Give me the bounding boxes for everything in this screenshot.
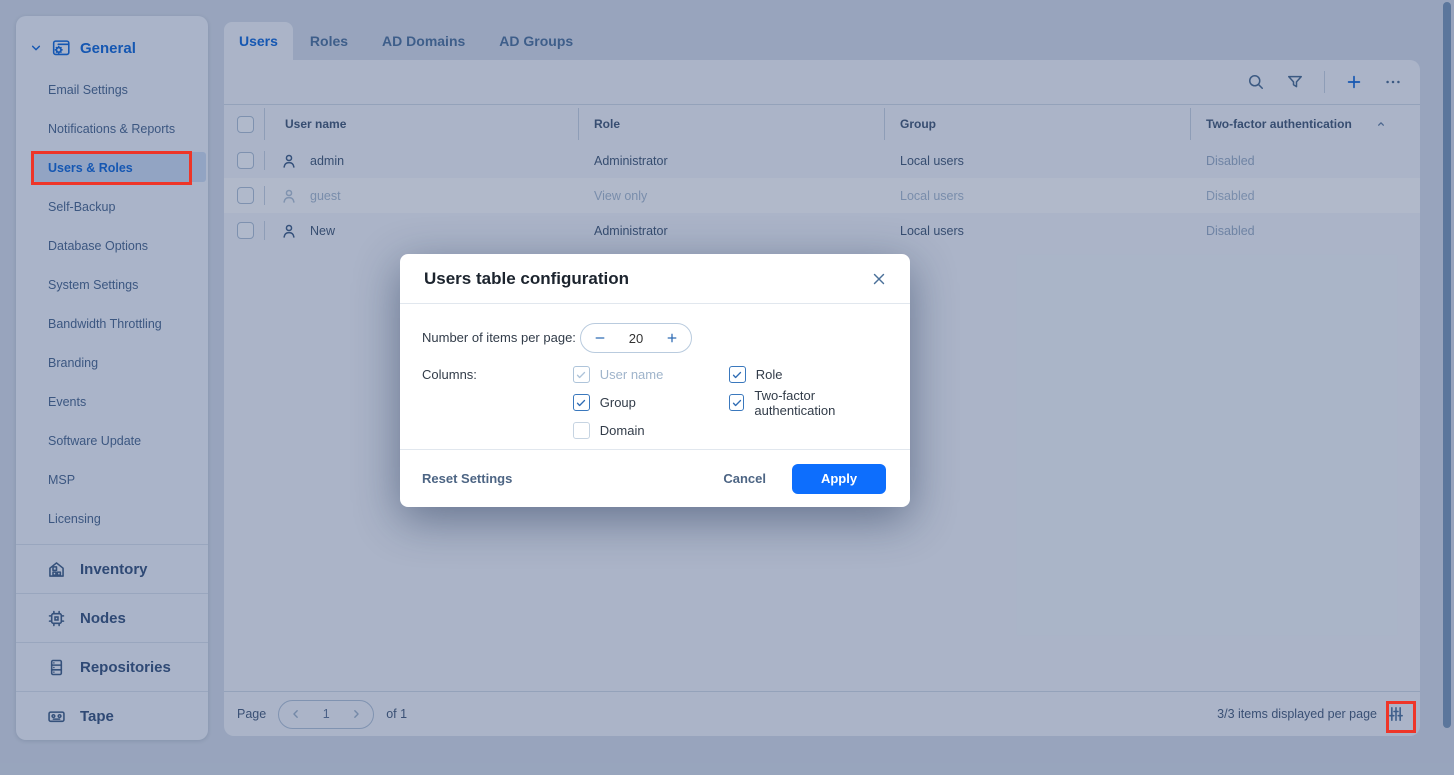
decrement-icon[interactable]: [593, 331, 607, 345]
columns-checkbox-grid: User name Role Group Two-factor authenti…: [573, 366, 886, 439]
dialog-title: Users table configuration: [424, 269, 629, 289]
check-icon: [731, 369, 743, 381]
checkbox-user-name[interactable]: User name: [573, 366, 729, 383]
check-icon: [731, 397, 743, 409]
increment-icon[interactable]: [665, 331, 679, 345]
checkbox-box: [573, 394, 590, 411]
checkbox-box: [573, 422, 590, 439]
cancel-button[interactable]: Cancel: [723, 471, 766, 486]
items-per-page-label: Number of items per page:: [422, 323, 580, 345]
checkbox-group[interactable]: Group: [573, 394, 729, 411]
checkbox-domain[interactable]: Domain: [573, 422, 729, 439]
app-root: General Email Settings Notifications & R…: [0, 0, 1454, 775]
apply-button[interactable]: Apply: [792, 464, 886, 494]
checkbox-box: [729, 394, 745, 411]
items-per-page-stepper: 20: [580, 323, 692, 353]
checkbox-box: [729, 366, 746, 383]
check-icon: [575, 397, 587, 409]
close-icon[interactable]: [870, 270, 888, 288]
items-per-page-value: 20: [629, 331, 643, 346]
reset-settings-button[interactable]: Reset Settings: [422, 471, 512, 486]
items-per-page-row: Number of items per page: 20: [422, 323, 886, 353]
checkbox-two-factor[interactable]: Two-factor authentication: [729, 394, 886, 411]
dialog-header: Users table configuration: [400, 254, 910, 304]
checkbox-role[interactable]: Role: [729, 366, 886, 383]
users-table-configuration-dialog: Users table configuration Number of item…: [400, 254, 910, 507]
check-icon: [575, 369, 587, 381]
dialog-footer: Reset Settings Cancel Apply: [400, 449, 910, 507]
dialog-body: Number of items per page: 20 Columns: Us…: [400, 304, 910, 449]
checkbox-box: [573, 366, 590, 383]
columns-row: Columns: User name Role Group: [422, 366, 886, 439]
columns-label: Columns:: [422, 366, 573, 382]
